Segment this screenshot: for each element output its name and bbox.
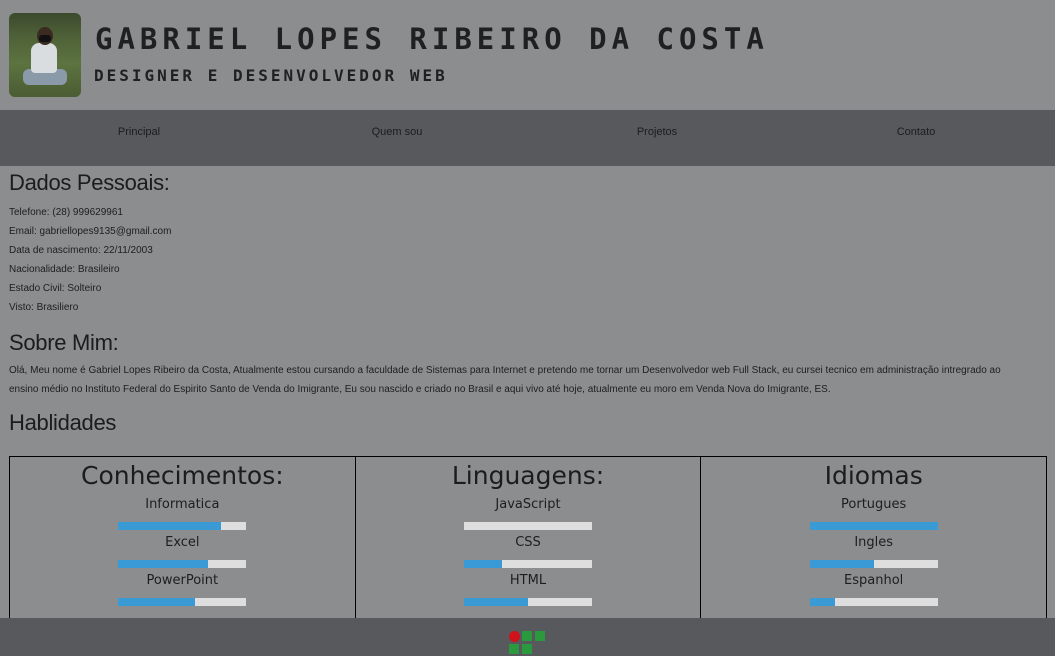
skill-name: CSS: [515, 535, 541, 550]
column-title: Conhecimentos:: [81, 461, 284, 490]
skill-name: Espanhol: [844, 573, 904, 588]
skill-name: Informatica: [145, 497, 220, 512]
skill-bar: [464, 522, 592, 530]
skill-item: Excel: [10, 534, 355, 568]
visa-line: Visto: Brasiliero: [9, 302, 79, 313]
site-subtitle: DESIGNER E DESENVOLVEDOR WEB: [94, 66, 448, 85]
skill-name: Portugues: [841, 497, 907, 512]
site-header: GABRIEL LOPES RIBEIRO DA COSTA DESIGNER …: [0, 0, 1055, 110]
nav-item-projetos[interactable]: Projetos: [637, 126, 677, 138]
skill-name: PowerPoint: [146, 573, 219, 588]
personal-info-list: Telefone: (28) 999629961 Email: gabriell…: [9, 203, 1049, 317]
skill-bar-fill: [809, 598, 836, 606]
skill-item: Espanhol: [701, 572, 1046, 606]
personal-heading: Dados Pessoais:: [9, 170, 170, 195]
logo-square: [522, 631, 532, 641]
skill-bar-fill: [118, 560, 208, 568]
column-title: Idiomas: [824, 461, 923, 490]
avatar: [9, 13, 81, 97]
logo-square: [509, 644, 519, 654]
phone-line: Telefone: (28) 999629961: [9, 207, 123, 218]
logo-square: [522, 644, 532, 654]
main-content: Dados Pessoais: Telefone: (28) 999629961…: [9, 166, 1049, 437]
skills-column-knowledge: Conhecimentos: Informatica Excel PowerPo…: [10, 457, 356, 618]
logo-square: [535, 631, 545, 641]
skill-bar-fill: [809, 522, 938, 530]
skill-bar-fill: [464, 598, 528, 606]
skill-bar-fill: [118, 522, 221, 530]
skill-bar-fill: [809, 560, 874, 568]
skill-bar-fill: [464, 560, 503, 568]
skill-item: Informatica: [10, 496, 355, 530]
skills-column-idioms: Idiomas Portugues Ingles Espanhol: [701, 457, 1046, 618]
skill-bar: [809, 522, 938, 530]
skill-bar: [118, 598, 247, 606]
civil-status-line: Estado Civil: Solteiro: [9, 283, 102, 294]
nationality-line: Nacionalidade: Brasileiro: [9, 264, 120, 275]
skill-name: JavaScript: [495, 497, 561, 512]
skill-item: JavaScript: [356, 496, 701, 530]
skill-bar: [464, 598, 592, 606]
skill-bar: [464, 560, 592, 568]
skill-item: PowerPoint: [10, 572, 355, 606]
skill-item: CSS: [356, 534, 701, 568]
column-title: Linguagens:: [451, 461, 605, 490]
skill-bar: [809, 560, 938, 568]
skill-item: HTML: [356, 572, 701, 606]
skills-column-languages: Linguagens: JavaScript CSS HTML: [356, 457, 702, 618]
skill-name: HTML: [509, 573, 547, 588]
skill-name: Excel: [165, 535, 200, 550]
main-nav: Principal Quem sou Projetos Contato: [0, 110, 1055, 166]
about-heading: Sobre Mim:: [9, 330, 119, 355]
skill-item: Portugues: [701, 496, 1046, 530]
email-line: Email: gabriellopes9135@gmail.com: [9, 226, 172, 237]
nav-item-principal[interactable]: Principal: [118, 126, 160, 138]
site-title: GABRIEL LOPES RIBEIRO DA COSTA: [95, 22, 769, 56]
skills-heading: Hablidades: [9, 410, 117, 435]
skill-bar: [809, 598, 938, 606]
logo-dot: [509, 631, 520, 642]
skill-bar: [118, 560, 247, 568]
skills-panel: Conhecimentos: Informatica Excel PowerPo…: [9, 456, 1047, 619]
skill-bar: [118, 522, 247, 530]
skill-name: Ingles: [854, 535, 894, 550]
nav-item-quem-sou[interactable]: Quem sou: [372, 126, 423, 138]
if-logo-icon: [509, 631, 547, 656]
nav-item-contato[interactable]: Contato: [897, 126, 936, 138]
about-text: Olá, Meu nome é Gabriel Lopes Ribeiro da…: [9, 365, 1001, 395]
skill-bar-fill: [118, 598, 196, 606]
birthdate-line: Data de nascimento: 22/11/2003: [9, 245, 153, 256]
skill-item: Ingles: [701, 534, 1046, 568]
